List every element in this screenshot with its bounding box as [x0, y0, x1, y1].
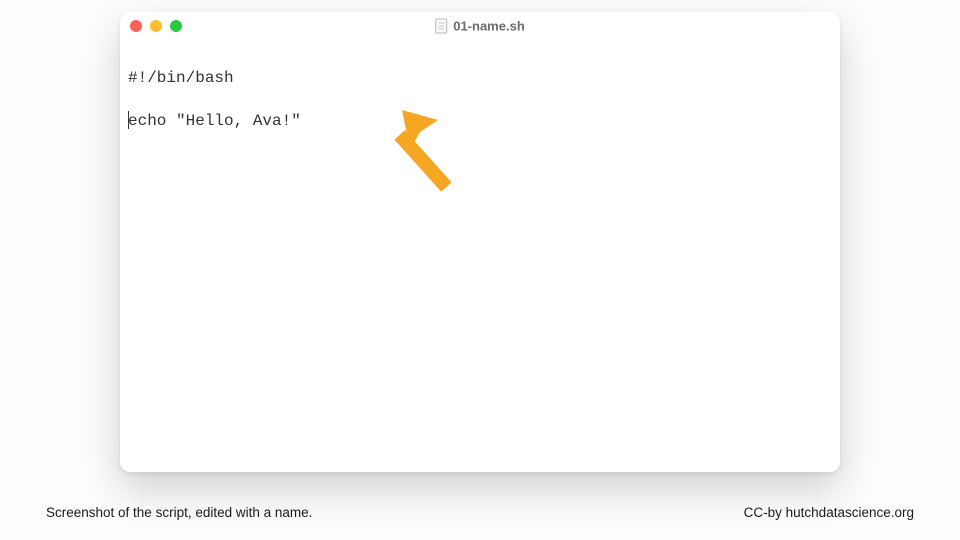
- traffic-lights: [130, 20, 182, 32]
- window-titlebar: 01-name.sh: [120, 12, 840, 40]
- footer-attribution: CC-by hutchdatascience.org: [744, 505, 914, 520]
- close-icon[interactable]: [130, 20, 142, 32]
- minimize-icon[interactable]: [150, 20, 162, 32]
- footer-caption: Screenshot of the script, edited with a …: [46, 505, 312, 520]
- code-line-shebang: #!/bin/bash: [128, 69, 234, 87]
- code-line-echo: echo "Hello, Ava!": [128, 112, 301, 130]
- maximize-icon[interactable]: [170, 20, 182, 32]
- file-icon: [435, 19, 447, 34]
- filename-label: 01-name.sh: [453, 19, 525, 34]
- text-cursor: [128, 111, 129, 129]
- editor-window: 01-name.sh #!/bin/bash echo "Hello, Ava!…: [120, 12, 840, 472]
- editor-body[interactable]: #!/bin/bash echo "Hello, Ava!": [120, 40, 840, 182]
- window-title: 01-name.sh: [435, 19, 525, 34]
